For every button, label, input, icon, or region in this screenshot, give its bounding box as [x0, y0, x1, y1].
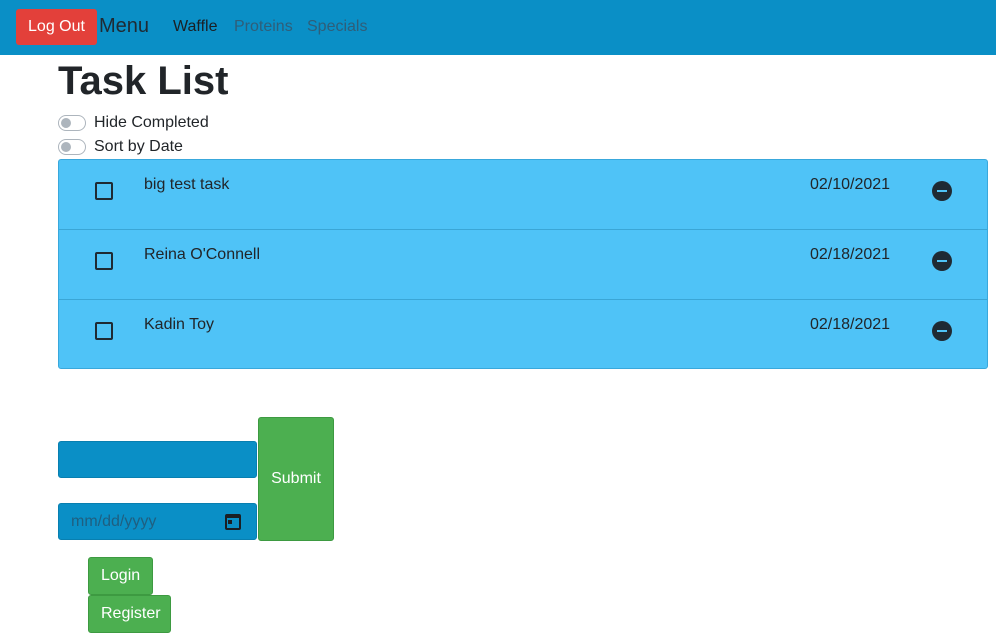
calendar-icon[interactable]: [225, 514, 241, 530]
logout-button[interactable]: Log Out: [16, 9, 97, 45]
task-date-input[interactable]: mm/dd/yyyy: [58, 503, 257, 540]
task-complete-checkbox[interactable]: [95, 322, 113, 340]
login-button[interactable]: Login: [88, 557, 153, 595]
task-complete-checkbox[interactable]: [95, 252, 113, 270]
nav-link-waffle[interactable]: Waffle: [173, 18, 217, 36]
navbar: Log Out Menu Waffle Proteins Specials: [0, 0, 996, 55]
sort-by-date-toggle-row: Sort by Date: [58, 137, 183, 157]
remove-task-icon[interactable]: [932, 321, 952, 341]
task-list: big test task 02/10/2021 Reina O'Connell…: [58, 159, 988, 369]
submit-button[interactable]: Submit: [258, 417, 334, 541]
remove-task-icon[interactable]: [932, 181, 952, 201]
remove-task-icon[interactable]: [932, 251, 952, 271]
task-date: 02/18/2021: [810, 246, 891, 263]
nav-link-specials[interactable]: Specials: [307, 18, 367, 36]
nav-link-proteins[interactable]: Proteins: [234, 18, 293, 36]
switch-knob: [61, 142, 71, 152]
task-complete-checkbox[interactable]: [95, 182, 113, 200]
task-name: Kadin Toy: [144, 316, 214, 333]
switch-knob: [61, 118, 71, 128]
task-name: big test task: [144, 176, 230, 193]
sort-by-date-label: Sort by Date: [94, 138, 183, 155]
task-name-input[interactable]: [58, 441, 257, 478]
task-row: big test task 02/10/2021: [59, 160, 987, 230]
task-row: Reina O'Connell 02/18/2021: [59, 230, 987, 300]
task-name: Reina O'Connell: [144, 246, 261, 263]
hide-completed-toggle-row: Hide Completed: [58, 113, 209, 133]
task-date: 02/10/2021: [810, 176, 891, 193]
sort-by-date-switch[interactable]: [58, 139, 86, 155]
task-date: 02/18/2021: [810, 316, 891, 333]
date-placeholder: mm/dd/yyyy: [71, 513, 157, 530]
register-button[interactable]: Register: [88, 595, 171, 633]
task-row: Kadin Toy 02/18/2021: [59, 300, 987, 370]
hide-completed-switch[interactable]: [58, 115, 86, 131]
hide-completed-label: Hide Completed: [94, 114, 209, 131]
navbar-brand[interactable]: Menu: [99, 15, 149, 38]
page-title: Task List: [58, 59, 229, 103]
